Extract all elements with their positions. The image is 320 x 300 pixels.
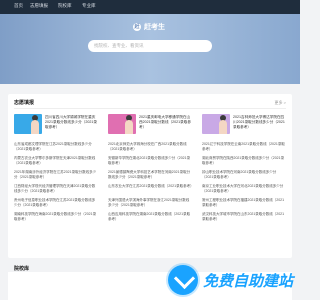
watermark-text: 免费自助建站 <box>203 272 294 290</box>
more-link[interactable]: 更多 > <box>275 100 286 106</box>
list-item[interactable]: 2021年湖南涉外经济学院在江苏2021录取分数线多少分（2021录取参考） <box>14 170 98 184</box>
news-column: 四川省四川大学锦城学院在重庆2021录取分数线多少分（2021录取参考） 山东省… <box>14 114 98 226</box>
search-input[interactable]: 找院校、查专业、看资讯 <box>88 40 212 52</box>
list-item[interactable]: 内蒙古农业大学鄂尔多斯学院在天津2021录取分数线（2021录取参考） <box>14 156 98 170</box>
item-title[interactable]: 山东农业大学在江苏2021录取分数线（2021录取参考） <box>108 184 192 194</box>
divider <box>14 108 286 109</box>
list-item[interactable]: 安徽新华学院在湖北2021录取分数线多少分（2021录取参考） <box>108 156 192 170</box>
item-title[interactable]: 2021景德镇陶瓷大学科技艺术学院在河南2021录取分数线多少分（2021录取参… <box>108 170 192 180</box>
card-thumbnail <box>108 114 136 134</box>
list-item[interactable]: 武汉科技大学城市学院在山东2021录取分数线（2021录取参考） <box>202 212 286 226</box>
card-thumbnail <box>202 114 230 134</box>
list-item[interactable]: 2021北京师范大学珠海分校在广西2021录取分数线（2021录取参考） <box>108 142 192 156</box>
item-title[interactable]: 湖南科技学院在海南2021录取分数线多少分（2021录取参考） <box>14 212 98 222</box>
item-title[interactable]: 2021辽宁科技学院在云南2021录取分数线（2021录取参考） <box>202 142 286 152</box>
list-item[interactable]: 常州工程职业技术学院在福建2021录取分数线（2021录取参考） <box>202 198 286 212</box>
featured-card[interactable]: 2021吉林师范大学博达学院在四川2021录取分数线多少分（2021录取参考） <box>202 114 286 142</box>
item-title[interactable]: 南京工业职业技术大学在河北2021录取分数线多少分（2021录取参考） <box>202 184 286 194</box>
nav-item-volunteer[interactable]: 志愿填报 <box>30 3 48 9</box>
item-title[interactable]: 贵州电子信息职业技术学院在江苏2021录取分数线多少分（2021录取参考） <box>14 198 98 208</box>
featured-card[interactable]: 2021重庆邮电大学移通学院在山西2021录取分数线（2021录取参考） <box>108 114 192 142</box>
list-item[interactable]: 山东农业大学在江苏2021录取分数线（2021录取参考） <box>108 184 192 198</box>
news-column: 2021重庆邮电大学移通学院在山西2021录取分数线（2021录取参考） 202… <box>108 114 192 226</box>
nav-item-colleges[interactable]: 院校库 <box>58 3 72 9</box>
item-title[interactable]: 2021年湖南涉外经济学院在江苏2021录取分数线多少分（2021录取参考） <box>14 170 98 180</box>
search-placeholder: 找院校、查专业、看资讯 <box>94 43 144 48</box>
list-item[interactable]: 湖南科技学院在海南2021录取分数线多少分（2021录取参考） <box>14 212 98 226</box>
list-item[interactable]: 2021辽宁科技学院在云南2021录取分数线（2021录取参考） <box>202 142 286 156</box>
list-item[interactable]: 湖北商贸学院在陕西2021录取分数线多少分（2021录取参考） <box>202 156 286 170</box>
volunteer-panel: 志愿填报 更多 > 四川省四川大学锦城学院在重庆2021录取分数线多少分（202… <box>8 94 292 258</box>
watermark-badge: 免费自助建站 <box>168 262 298 298</box>
card-thumbnail <box>14 114 42 134</box>
item-title[interactable]: 湖北商贸学院在陕西2021录取分数线多少分（2021录取参考） <box>202 156 286 166</box>
featured-card[interactable]: 四川省四川大学锦城学院在重庆2021录取分数线多少分（2021录取参考） <box>14 114 98 142</box>
item-title[interactable]: 安徽新华学院在湖北2021录取分数线多少分（2021录取参考） <box>108 156 192 166</box>
card-title[interactable]: 2021重庆邮电大学移通学院在山西2021录取分数线（2021录取参考） <box>139 115 192 130</box>
list-item[interactable]: 江西财经大学现代经济管理学院在天津2021录取分数线多少分（2021录取参考） <box>14 184 98 198</box>
logo-icon: 赶 <box>133 23 141 31</box>
item-title[interactable]: 武汉科技大学城市学院在山东2021录取分数线（2021录取参考） <box>202 212 286 222</box>
list-item[interactable]: 山东省成都文理学院在江苏2021录取分数线多少分（2021录取参考） <box>14 142 98 156</box>
list-item[interactable]: 南京工业职业技术大学在河北2021录取分数线多少分（2021录取参考） <box>202 184 286 198</box>
list-item[interactable]: 山西应用科技学院在湖南2021录取分数线（2021录取参考） <box>108 212 192 226</box>
item-title[interactable]: 山西应用科技学院在湖南2021录取分数线（2021录取参考） <box>108 212 192 222</box>
nav-item-majors[interactable]: 专业库 <box>82 3 96 9</box>
item-title[interactable]: 山东省成都文理学院在江苏2021录取分数线多少分（2021录取参考） <box>14 142 98 152</box>
colleges-section-title: 院校库 <box>14 266 30 272</box>
item-title[interactable]: 内蒙古农业大学鄂尔多斯学院在天津2021录取分数线（2021录取参考） <box>14 156 98 166</box>
card-title[interactable]: 2021吉林师范大学博达学院在四川2021录取分数线多少分（2021录取参考） <box>233 115 286 130</box>
list-item[interactable]: 天津外国语大学滨海外事学院在浙江2021录取分数线多少分（2021录取参考） <box>108 198 192 212</box>
top-navigation: 首页 志愿填报 院校库 专业库 <box>0 0 300 14</box>
section-title: 志愿填报 <box>14 100 35 106</box>
card-title[interactable]: 四川省四川大学锦城学院在重庆2021录取分数线多少分（2021录取参考） <box>45 115 98 130</box>
checkmark-icon <box>168 265 198 295</box>
item-title[interactable]: 钟山职业技术学院在河南2021录取分数线多少分（2021录取参考） <box>202 170 286 180</box>
list-item[interactable]: 2021景德镇陶瓷大学科技艺术学院在河南2021录取分数线多少分（2021录取参… <box>108 170 192 184</box>
item-title[interactable]: 江西财经大学现代经济管理学院在天津2021录取分数线多少分（2021录取参考） <box>14 184 98 194</box>
list-item[interactable]: 钟山职业技术学院在河南2021录取分数线多少分（2021录取参考） <box>202 170 286 184</box>
item-title[interactable]: 天津外国语大学滨海外事学院在浙江2021录取分数线多少分（2021录取参考） <box>108 198 192 208</box>
news-column: 2021吉林师范大学博达学院在四川2021录取分数线多少分（2021录取参考） … <box>202 114 286 226</box>
logo-text: 赶考生 <box>144 24 165 31</box>
item-title[interactable]: 常州工程职业技术学院在福建2021录取分数线（2021录取参考） <box>202 198 286 208</box>
site-logo[interactable]: 赶 赶考生 <box>133 22 165 32</box>
item-title[interactable]: 2021北京师范大学珠海分校在广西2021录取分数线（2021录取参考） <box>108 142 192 152</box>
list-item[interactable]: 贵州电子信息职业技术学院在江苏2021录取分数线多少分（2021录取参考） <box>14 198 98 212</box>
nav-item-home[interactable]: 首页 <box>14 3 23 9</box>
